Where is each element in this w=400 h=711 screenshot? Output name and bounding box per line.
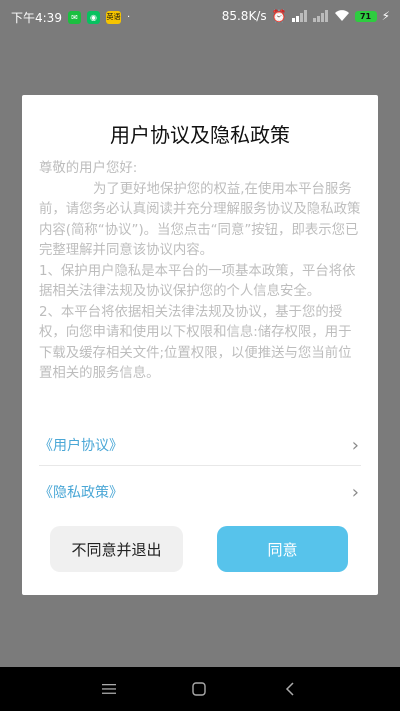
menu-icon[interactable] (87, 667, 131, 711)
status-bar: 下午4:39 ✉ ◉ 英语 · 85.8K/s ⏰ 71 ⚡ (0, 0, 400, 34)
privacy-dialog: 用户协议及隐私政策 尊敬的用户您好: 为了更好地保护您的权益,在使用本平台服务前… (22, 95, 378, 595)
user-agreement-link[interactable]: 《用户协议》 › (39, 425, 361, 466)
status-left: 下午4:39 ✉ ◉ 英语 · (11, 9, 130, 26)
chevron-right-icon: › (351, 434, 359, 456)
home-icon[interactable] (177, 667, 221, 711)
agree-button[interactable]: 同意 (217, 526, 348, 572)
wechat-notification-icon: ◉ (86, 11, 100, 24)
wifi-icon (334, 10, 350, 22)
agreement-text-scroll[interactable]: 尊敬的用户您好: 为了更好地保护您的权益,在使用本平台服务前，请您务必认真阅读并… (39, 159, 361, 453)
message-notification-icon: ✉ (67, 11, 81, 24)
charging-icon: ⚡ (381, 9, 390, 23)
paragraph-intro: 为了更好地保护您的权益,在使用本平台服务前，请您务必认真阅读并充分理解服务协议及… (39, 181, 361, 259)
signal-2-icon (312, 10, 329, 22)
battery-icon: 71 (354, 10, 377, 22)
paragraph-privacy: 1、保护用户隐私是本平台的一项基本政策，平台将依据相关法律法规及协议保护您的个人… (39, 263, 356, 300)
alarm-icon: ⏰ (271, 9, 287, 23)
dialog-title: 用户协议及隐私政策 (110, 123, 290, 147)
app-notification-icon: 英语 (105, 11, 121, 24)
user-agreement-label: 《用户协议》 (39, 438, 123, 454)
back-icon[interactable] (268, 667, 312, 711)
paragraph-permissions: 2、本平台将依据相关法律法规及协议，基于您的授权，向您申请和使用以下权限和信息:… (39, 304, 352, 382)
decline-exit-button[interactable]: 不同意并退出 (50, 526, 183, 572)
chevron-right-icon: › (351, 481, 359, 503)
privacy-policy-label: 《隐私政策》 (39, 485, 123, 501)
signal-icon (291, 10, 308, 22)
network-speed: 85.8K/s (221, 9, 267, 23)
more-notifications-dot: · (126, 12, 131, 23)
greeting-text: 尊敬的用户您好: (39, 161, 138, 176)
navigation-bar (0, 667, 400, 711)
privacy-policy-link[interactable]: 《隐私政策》 › (39, 472, 361, 512)
status-right: 85.8K/s ⏰ 71 ⚡ (222, 9, 390, 23)
status-time: 下午4:39 (11, 11, 62, 25)
